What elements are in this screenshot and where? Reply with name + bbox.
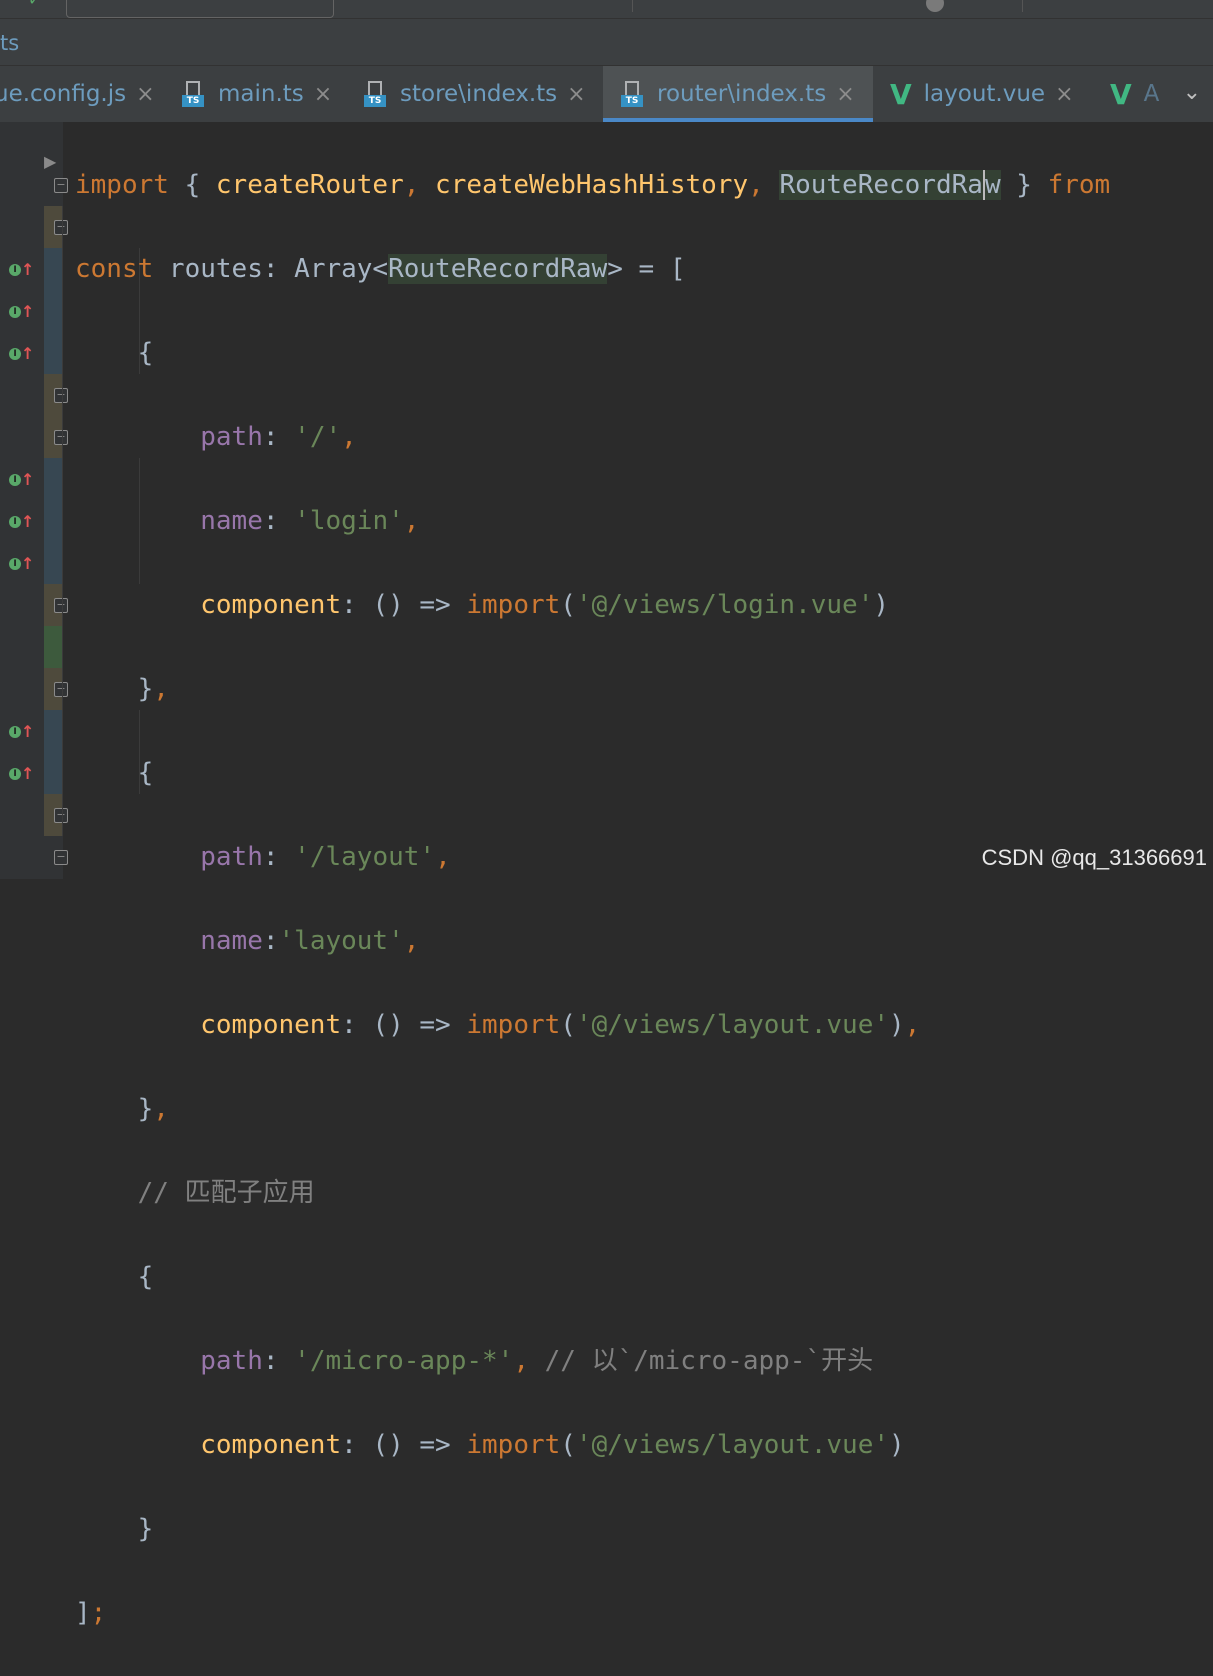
code-line-4: path: '/',: [200, 422, 357, 452]
chevron-down-icon[interactable]: ⌄: [1183, 80, 1201, 105]
fold-icon[interactable]: −: [54, 850, 68, 865]
code-line-17: }: [137, 1514, 154, 1544]
code-line-15: path: '/micro-app-*', // 以`/micro-app-`开…: [200, 1346, 874, 1376]
vcs-change-marker[interactable]: [44, 710, 63, 794]
tab-vue-config[interactable]: ue.config.js ×: [0, 66, 155, 122]
code-line-6: component: () => import('@/views/login.v…: [200, 590, 890, 620]
code-line-8: {: [137, 758, 154, 788]
code-line-7: },: [137, 674, 169, 704]
toolbar-separator: [632, 0, 633, 12]
code-line-18: ];: [75, 1598, 107, 1628]
tab-label: router\index.ts: [657, 81, 827, 107]
code-line-10: name:'layout',: [200, 926, 420, 956]
close-icon[interactable]: ×: [136, 82, 154, 107]
vue-file-icon: V: [1110, 77, 1132, 111]
implements-icon[interactable]: I ↑: [9, 722, 34, 741]
fold-icon[interactable]: −: [54, 220, 68, 235]
code-line-12: },: [137, 1094, 169, 1124]
code-line-14: {: [137, 1262, 154, 1292]
tab-label: store\index.ts: [400, 81, 558, 107]
implements-icon[interactable]: I ↑: [9, 344, 34, 363]
implements-icon[interactable]: I ↑: [9, 764, 34, 783]
tab-store-index[interactable]: TS store\index.ts ×: [364, 66, 586, 122]
vcs-change-marker[interactable]: [44, 248, 63, 374]
watermark: CSDN @qq_31366691: [981, 845, 1207, 870]
vcs-change-marker[interactable]: [44, 374, 63, 458]
tab-router-index[interactable]: TS router\index.ts ×: [603, 66, 873, 122]
close-icon[interactable]: ×: [836, 82, 854, 107]
fold-icon[interactable]: −: [54, 682, 68, 697]
tab-label: main.ts: [218, 81, 304, 107]
code-line-16: component: () => import('@/views/layout.…: [200, 1430, 905, 1460]
code-line-13: // 匹配子应用: [137, 1178, 315, 1208]
close-icon[interactable]: ×: [567, 82, 585, 107]
implements-icon[interactable]: I ↑: [9, 302, 34, 321]
code-line-2: const routes: Array<RouteRecordRaw> = [: [75, 254, 686, 284]
typescript-file-icon: TS: [182, 81, 204, 107]
fold-icon[interactable]: −: [54, 808, 68, 823]
fold-icon[interactable]: −: [54, 388, 68, 403]
typescript-file-icon: TS: [621, 81, 643, 107]
breadcrumb-ts[interactable]: ts: [0, 31, 19, 55]
tab-label: A: [1143, 81, 1160, 107]
main-toolbar: ✓: [0, 0, 1213, 19]
indent-guide: [62, 206, 63, 836]
tab-layout-vue[interactable]: V layout.vue ×: [890, 66, 1074, 122]
editor-tabs: ue.config.js × TS main.ts × TS store\ind…: [0, 65, 1213, 123]
check-icon[interactable]: ✓: [28, 0, 41, 9]
tab-label: layout.vue: [923, 81, 1046, 107]
vcs-change-marker[interactable]: [44, 626, 63, 668]
tab-overflow-vue[interactable]: V A: [1110, 66, 1160, 122]
close-icon[interactable]: ×: [1055, 82, 1073, 107]
code-line-5: name: 'login',: [200, 506, 420, 536]
code-line-9: path: '/layout',: [200, 842, 451, 872]
run-configuration-selector[interactable]: [66, 0, 334, 18]
run-gutter-icon[interactable]: ▶: [44, 152, 56, 171]
fold-icon[interactable]: −: [54, 430, 68, 445]
code-content[interactable]: import { createRouter, createWebHashHist…: [75, 122, 1110, 1676]
vcs-change-marker[interactable]: [44, 458, 63, 584]
code-line-1: import { createRouter, createWebHashHist…: [75, 170, 1111, 200]
code-line-3: {: [137, 338, 154, 368]
vue-file-icon: V: [890, 77, 912, 111]
implements-icon[interactable]: I ↑: [9, 470, 34, 489]
profile-icon[interactable]: [926, 0, 944, 12]
fold-icon[interactable]: −: [54, 598, 68, 613]
tab-label: ue.config.js: [0, 81, 127, 107]
toolbar-separator: [1022, 0, 1023, 12]
implements-icon[interactable]: I ↑: [9, 260, 34, 279]
text-caret: w: [982, 170, 1001, 200]
code-line-11: component: () => import('@/views/layout.…: [200, 1010, 921, 1040]
fold-icon[interactable]: −: [54, 178, 68, 193]
close-icon[interactable]: ×: [314, 82, 332, 107]
navigation-bar: ts: [0, 19, 1213, 65]
implements-icon[interactable]: I ↑: [9, 512, 34, 531]
typescript-file-icon: TS: [364, 81, 386, 107]
tab-main-ts[interactable]: TS main.ts ×: [182, 66, 332, 122]
implements-icon[interactable]: I ↑: [9, 554, 34, 573]
